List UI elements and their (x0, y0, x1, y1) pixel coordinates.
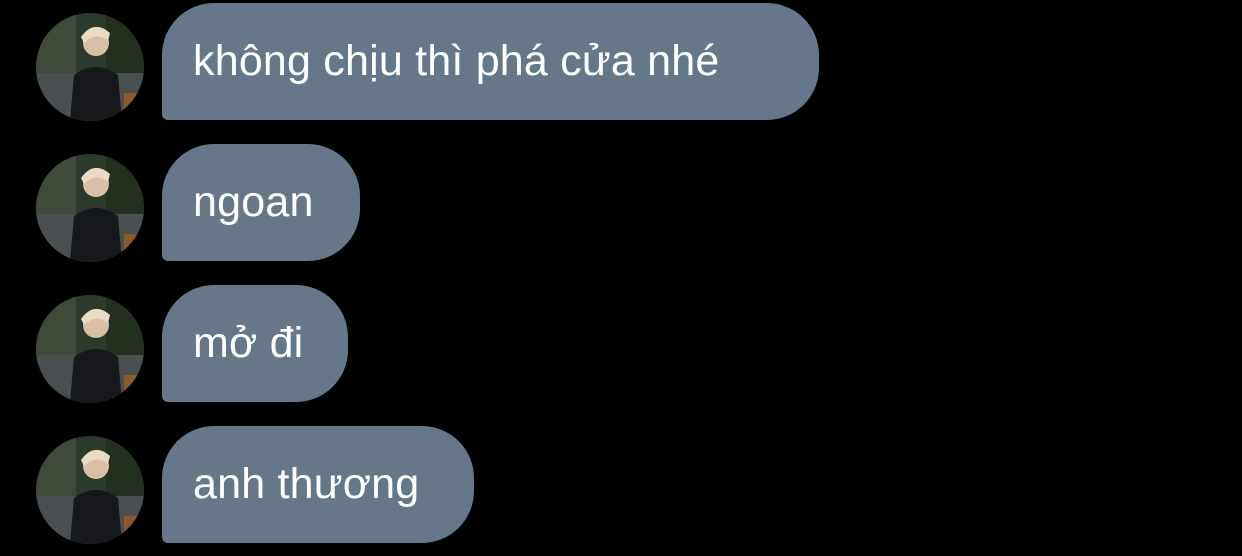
message-text: anh thương (193, 460, 420, 508)
message-text: không chịu thì phá cửa nhé (193, 37, 720, 85)
avatar-image (36, 154, 144, 262)
message-text: ngoan (193, 178, 314, 226)
avatar[interactable] (36, 436, 144, 544)
avatar[interactable] (36, 13, 144, 121)
message-thread: không chịu thì phá cửa nhé ngoan mở đi a… (0, 0, 1242, 556)
message-bubble[interactable]: mở đi (162, 285, 348, 402)
avatar[interactable] (36, 295, 144, 403)
message-text: mở đi (193, 319, 304, 367)
message-row: ngoan (0, 144, 1242, 262)
message-bubble[interactable]: ngoan (162, 144, 360, 261)
message-row: mở đi (0, 285, 1242, 403)
message-row: không chịu thì phá cửa nhé (0, 3, 1242, 121)
avatar-image (36, 295, 144, 403)
avatar[interactable] (36, 154, 144, 262)
message-bubble[interactable]: anh thương (162, 426, 474, 543)
avatar-image (36, 436, 144, 544)
avatar-image (36, 13, 144, 121)
message-bubble[interactable]: không chịu thì phá cửa nhé (162, 3, 819, 120)
message-row: anh thương (0, 426, 1242, 544)
